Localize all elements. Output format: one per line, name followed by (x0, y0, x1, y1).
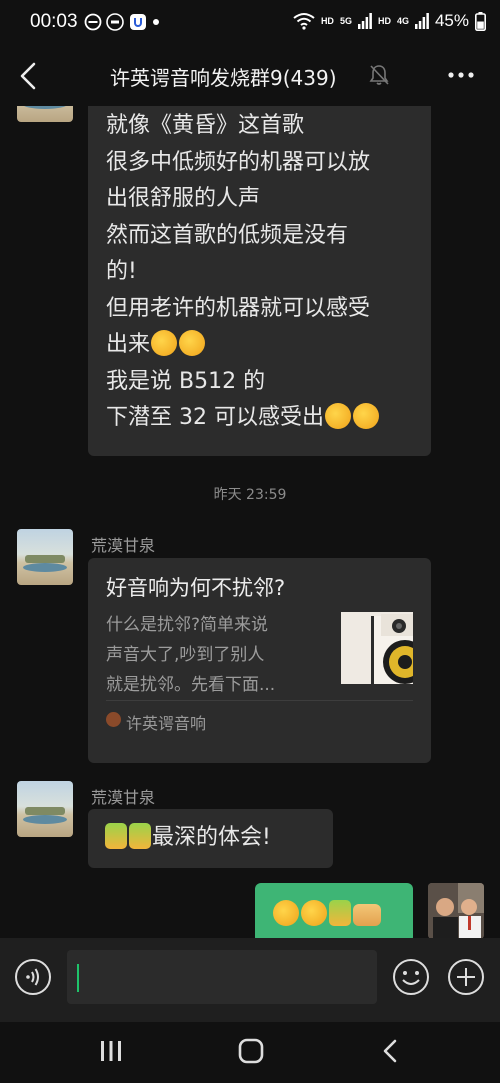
thumbs-up-emoji (329, 900, 351, 926)
chat-message-list[interactable]: 就像《黄昏》这首歌 很多中低频好的机器可以放 出很舒服的人声 然而这首歌的低频是… (0, 106, 500, 938)
network-5g-label: 5G (339, 16, 352, 26)
face-with-hand-emoji (301, 900, 327, 926)
thinking-face-emoji (324, 403, 351, 429)
home-icon[interactable] (233, 1036, 269, 1066)
system-navigation-bar (0, 1022, 500, 1083)
my-avatar[interactable] (428, 883, 484, 938)
card-divider (106, 700, 413, 701)
more-options-icon[interactable] (446, 64, 476, 86)
recent-apps-icon[interactable] (93, 1036, 129, 1066)
battery-icon (475, 11, 486, 31)
do-not-disturb-icon (84, 13, 102, 31)
sender-avatar[interactable] (17, 529, 73, 585)
thumbs-up-emoji (129, 823, 151, 849)
battery-percent: 45% (434, 11, 469, 30)
status-bar: 00:03 HD 5G HD 4G 45% (0, 0, 500, 48)
article-description: 什么是扰邻?简单来说 声音大了,吵到了别人 就是扰邻。先看下面... (106, 615, 276, 695)
app-notification-icon (106, 13, 124, 31)
wifi-icon (293, 13, 315, 30)
network-hd2-label: HD (377, 16, 391, 26)
input-bar (0, 938, 500, 1022)
article-card[interactable]: 好音响为何不扰邻? 什么是扰邻?简单来说 声音大了,吵到了别人 就是扰邻。先看下… (88, 558, 431, 763)
thinking-face-emoji (151, 330, 178, 356)
chat-title: 许英谔音响发烧群9(439) (110, 66, 337, 90)
sender-name: 荒漠甘泉 (91, 536, 156, 555)
mute-icon (369, 65, 389, 85)
signal-icon-2 (414, 13, 429, 29)
notification-dot-icon (153, 19, 159, 25)
thinking-face-emoji (352, 403, 379, 429)
back-icon[interactable] (14, 58, 44, 94)
signal-icon (357, 13, 372, 29)
own-message-bubble[interactable] (255, 883, 413, 938)
official-account-icon (106, 712, 121, 727)
chat-header: 许英谔音响发烧群9(439) (0, 48, 500, 106)
security-app-icon (130, 14, 146, 30)
network-4g-label: 4G (396, 16, 409, 26)
message-bubble[interactable]: 就像《黄昏》这首歌 很多中低频好的机器可以放 出很舒服的人声 然而这首歌的低频是… (88, 106, 431, 456)
sender-avatar[interactable] (17, 781, 73, 837)
sender-avatar[interactable] (17, 106, 73, 122)
thumbs-up-emoji (105, 823, 127, 849)
article-source: 许英谔音响 (126, 714, 207, 733)
sender-name: 荒漠甘泉 (91, 788, 156, 807)
voice-input-icon[interactable] (14, 958, 52, 996)
status-time: 00:03 (30, 11, 78, 32)
message-text: 就像《黄昏》这首歌 很多中低频好的机器可以放 出很舒服的人声 然而这首歌的低频是… (106, 113, 371, 357)
plus-icon[interactable] (447, 958, 485, 996)
message-input[interactable] (67, 950, 377, 1004)
text-cursor (77, 964, 79, 992)
article-title: 好音响为何不扰邻? (106, 576, 286, 600)
message-text: 最深的体会! (152, 825, 271, 850)
back-navigation-icon[interactable] (373, 1036, 409, 1066)
status-right: HD 5G HD 4G 45% (293, 11, 486, 31)
message-bubble[interactable]: 最深的体会! (88, 809, 333, 868)
article-thumbnail (341, 612, 413, 684)
message-timestamp: 昨天 23:59 (213, 487, 287, 503)
handshake-emoji (353, 904, 381, 926)
emoji-icon[interactable] (392, 958, 430, 996)
grinning-face-emoji (273, 900, 299, 926)
thinking-face-emoji (179, 330, 206, 356)
message-text-2: 我是说 B512 的 下潜至 32 可以感受出 (106, 368, 324, 431)
network-hd-label: HD (320, 16, 334, 26)
